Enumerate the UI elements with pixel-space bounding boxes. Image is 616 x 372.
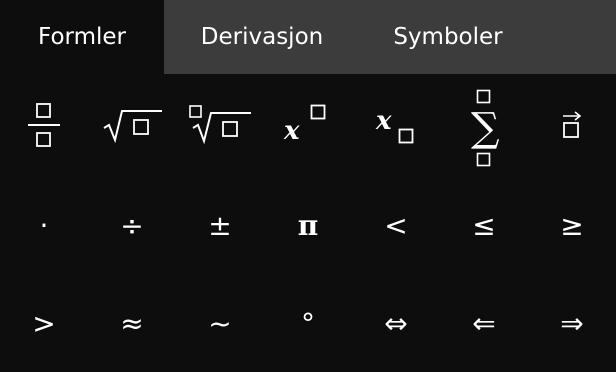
implied-by-arrow-glyph: ⇐ (472, 307, 496, 340)
greater-equal-button[interactable]: ≥ (528, 178, 616, 274)
tilde-button[interactable]: ~ (176, 276, 264, 372)
iff-arrow-glyph: ⇔ (384, 307, 408, 340)
plus-minus-glyph: ± (208, 209, 232, 242)
sqrt-button[interactable] (88, 78, 176, 174)
tab-formler[interactable]: Formler (0, 0, 164, 74)
subscript-box-icon (398, 128, 414, 144)
nth-root-icon (189, 105, 251, 145)
implies-arrow-glyph: ⇒ (560, 307, 584, 340)
greater-than-glyph: > (32, 307, 56, 340)
implies-arrow-button[interactable]: ⇒ (528, 276, 616, 372)
dot-operator-glyph: · (39, 209, 49, 242)
sum-upper-box-icon (476, 89, 491, 104)
fraction-icon (28, 103, 60, 147)
pi-button[interactable]: π (264, 178, 352, 274)
sigma-glyph: ∑ (471, 105, 500, 151)
tilde-glyph: ~ (208, 307, 232, 340)
less-equal-glyph: ≤ (472, 209, 496, 242)
base-x-glyph: x (284, 116, 300, 146)
greater-than-button[interactable]: > (0, 276, 88, 372)
division-glyph: ÷ (120, 209, 144, 242)
degree-glyph: ° (301, 307, 315, 340)
approx-button[interactable]: ≈ (88, 276, 176, 372)
sum-lower-box-icon (476, 152, 491, 167)
subscript-button[interactable]: x (352, 78, 440, 174)
sum-button[interactable]: ∑ (440, 78, 528, 174)
tab-derivasjon[interactable]: Derivasjon (164, 0, 360, 74)
superscript-button[interactable]: x (264, 78, 352, 174)
tab-symboler[interactable]: Symboler (360, 0, 536, 74)
sqrt-icon (103, 110, 162, 144)
vector-arrow-icon (563, 111, 582, 138)
dot-operator-button[interactable]: · (0, 178, 88, 274)
less-equal-button[interactable]: ≤ (440, 178, 528, 274)
pi-glyph: π (297, 209, 319, 242)
less-than-glyph: < (384, 209, 408, 242)
exponent-box-icon (310, 104, 326, 120)
vector-button[interactable] (528, 78, 616, 174)
tab-bar: Formler Derivasjon Symboler (0, 0, 616, 74)
less-than-button[interactable]: < (352, 178, 440, 274)
division-button[interactable]: ÷ (88, 178, 176, 274)
base-x-glyph: x (376, 106, 392, 136)
nth-root-button[interactable] (176, 78, 264, 174)
iff-arrow-button[interactable]: ⇔ (352, 276, 440, 372)
plus-minus-button[interactable]: ± (176, 178, 264, 274)
approx-glyph: ≈ (120, 307, 144, 340)
greater-equal-glyph: ≥ (560, 209, 584, 242)
implied-by-arrow-button[interactable]: ⇐ (440, 276, 528, 372)
fraction-button[interactable] (0, 78, 88, 174)
degree-button[interactable]: ° (264, 276, 352, 372)
